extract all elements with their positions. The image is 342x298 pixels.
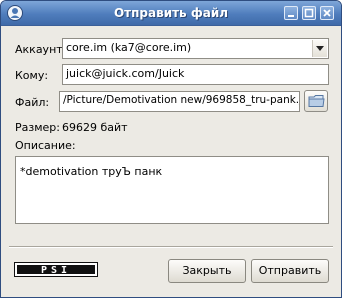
footer-divider	[9, 246, 333, 248]
close-button[interactable]: Закрыть	[168, 259, 246, 283]
description-value: *demotivation труЪ панк	[20, 165, 163, 178]
folder-icon	[308, 95, 325, 107]
minimize-button[interactable]	[284, 6, 298, 20]
title-bar[interactable]: Отправить файл	[1, 1, 341, 26]
svg-text:PSI: PSI	[41, 265, 71, 276]
account-value: core.im (ka7@core.im)	[66, 41, 192, 54]
account-dropdown-button[interactable]	[312, 40, 327, 57]
to-label: Кому:	[15, 69, 49, 82]
account-label: Аккаунт:	[15, 43, 67, 56]
account-select[interactable]: core.im (ka7@core.im)	[62, 38, 329, 59]
close-window-button[interactable]	[320, 6, 334, 20]
file-label: Файл:	[15, 96, 50, 109]
maximize-button[interactable]	[302, 6, 316, 20]
size-value: 69629 байт	[62, 121, 128, 134]
send-button[interactable]: Отправить	[251, 259, 329, 283]
file-path-field[interactable]: /Picture/Demotivation new/969858_tru-pan…	[59, 91, 300, 112]
file-path-value: /Picture/Demotivation new/969858_tru-pan…	[63, 94, 300, 106]
close-icon	[323, 9, 331, 17]
send-file-dialog: Отправить файл Аккаунт: core.im (ka7@cor…	[0, 0, 342, 298]
size-label: Размер:	[15, 121, 60, 134]
description-label: Описание:	[15, 139, 76, 152]
to-field[interactable]: juick@juick.com/Juick	[62, 64, 329, 85]
maximize-icon	[304, 8, 314, 18]
psi-logo: PSI	[14, 262, 98, 277]
chevron-down-icon	[316, 46, 324, 51]
browse-button[interactable]	[304, 90, 328, 112]
minimize-icon	[288, 15, 294, 17]
to-value: juick@juick.com/Juick	[66, 67, 185, 80]
description-textarea[interactable]: *demotivation труЪ панк	[15, 156, 329, 224]
